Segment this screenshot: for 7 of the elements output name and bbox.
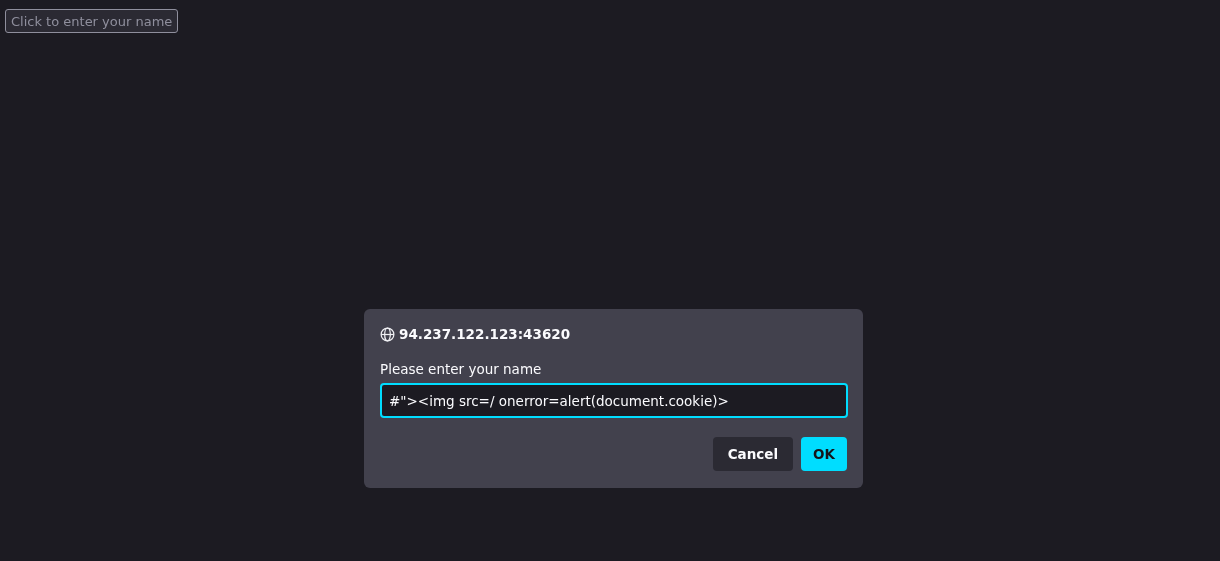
dialog-message: Please enter your name xyxy=(380,361,543,378)
globe-icon xyxy=(380,326,395,342)
cancel-button[interactable]: Cancel xyxy=(712,437,794,471)
enter-name-button[interactable]: Click to enter your name xyxy=(5,9,179,33)
ok-button[interactable]: OK xyxy=(801,437,847,471)
name-input-field[interactable]: #"><img src=/ onerror=alert(document.cookie)> xyxy=(380,383,848,418)
dialog-origin: 94.237.122.123:43620 xyxy=(399,326,571,342)
